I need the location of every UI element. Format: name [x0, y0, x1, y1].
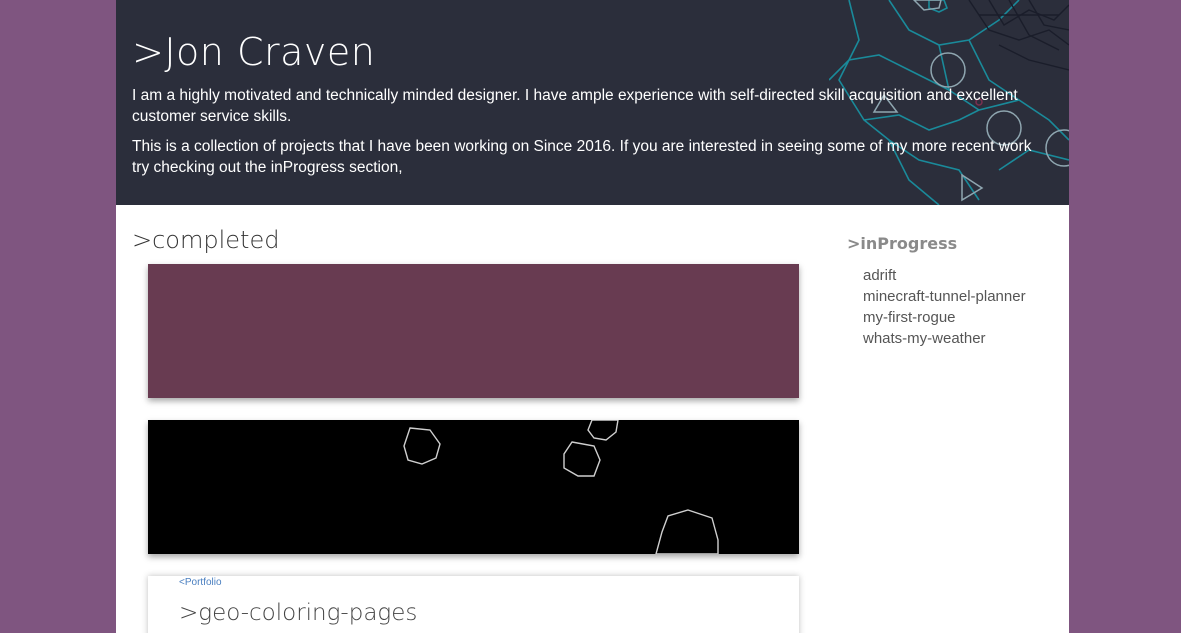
asteroid-shape: [587, 420, 619, 441]
portfolio-back-link[interactable]: <Portfolio: [179, 577, 222, 588]
project-card-solid-color[interactable]: [148, 264, 799, 398]
site-header: >Jon Craven I am a highly motivated and …: [116, 0, 1069, 205]
asteroid-shape: [563, 441, 601, 477]
in-progress-item-my-first-rogue[interactable]: my-first-rogue: [863, 307, 1026, 328]
in-progress-item-adrift[interactable]: adrift: [863, 265, 1026, 286]
in-progress-item-minecraft-tunnel-planner[interactable]: minecraft-tunnel-planner: [863, 286, 1026, 307]
collection-description: This is a collection of projects that I …: [132, 138, 1032, 176]
in-progress-item-whats-my-weather[interactable]: whats-my-weather: [863, 328, 1026, 349]
project-title: >geo-coloring-pages: [179, 600, 418, 626]
completed-section-title: >completed: [132, 226, 280, 254]
asteroids-preview: [403, 420, 719, 554]
page-container: >Jon Craven I am a highly motivated and …: [116, 0, 1069, 633]
site-title: >Jon Craven: [132, 30, 376, 74]
project-card-asteroids[interactable]: [148, 420, 799, 554]
asteroid-shape: [655, 509, 719, 554]
asteroid-shape: [403, 427, 441, 465]
project-card-geo-coloring-pages[interactable]: <Portfolio >geo-coloring-pages: [148, 576, 799, 633]
intro-paragraph: I am a highly motivated and technically …: [132, 87, 1018, 125]
in-progress-list: adrift minecraft-tunnel-planner my-first…: [863, 265, 1026, 349]
in-progress-section-title: >inProgress: [847, 234, 958, 253]
